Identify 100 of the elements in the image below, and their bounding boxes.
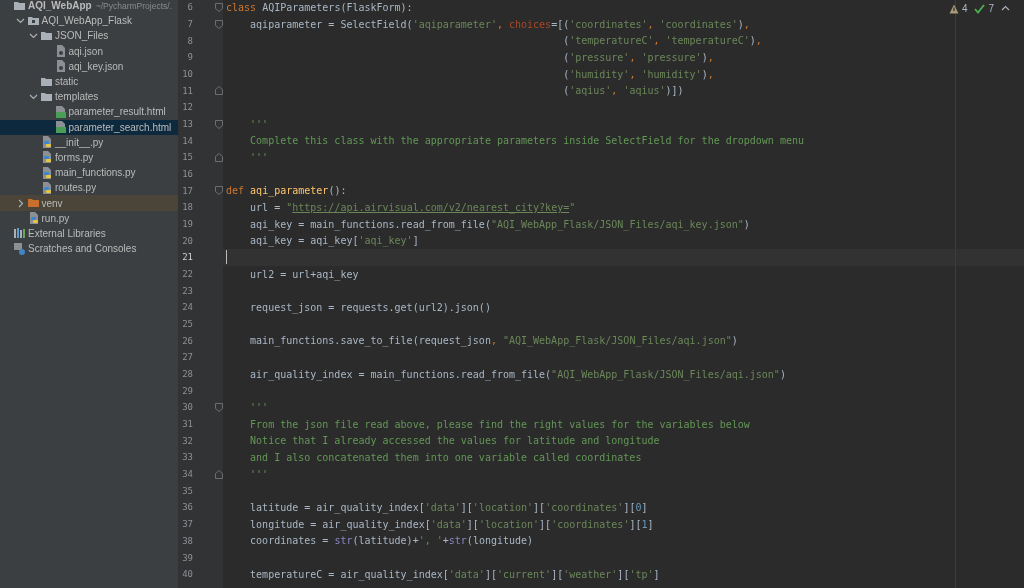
line-number: 34 (181, 469, 193, 480)
fold-icon (215, 152, 223, 162)
fold-icon (215, 402, 223, 412)
warning-icon (948, 3, 959, 14)
tree-item[interactable]: JSON_Files (0, 28, 178, 44)
code-line: ('temperatureC', 'temperatureC'), (562, 35, 762, 47)
line-number: 21 (181, 252, 193, 263)
tree-item[interactable]: routes.py (0, 180, 178, 196)
line-number: 22 (181, 269, 193, 280)
code-line: aqi_key = aqi_key['aqi_key'] (249, 235, 419, 247)
chevron-up-icon[interactable] (1001, 4, 1010, 13)
tree-item[interactable]: venv (0, 195, 178, 211)
line-number: 20 (181, 235, 193, 246)
tree-item[interactable]: AQI_WebApp_Flask (0, 13, 178, 29)
weak-warning-count: 7 (988, 3, 994, 14)
code-line: From the json file read above, please find the right values for the variables below (249, 418, 750, 430)
chevron-down-icon (29, 92, 38, 102)
html-file-icon (54, 121, 67, 134)
fold-icon (215, 186, 223, 196)
line-number: 35 (181, 485, 193, 496)
line-number: 40 (181, 569, 193, 580)
warning-count: 4 (961, 3, 968, 14)
tree-item[interactable]: parameter_result.html (0, 104, 178, 120)
console-icon (14, 242, 26, 255)
tree-item[interactable]: aqi.json (0, 43, 178, 59)
python-file-icon (27, 212, 40, 225)
code-line: ('aqius', 'aqius')]) (562, 85, 684, 97)
code-line: ('humidity', 'humidity'), (562, 68, 714, 80)
fold-icon (215, 119, 223, 129)
line-number: 39 (181, 552, 193, 563)
folder-icon (27, 197, 40, 210)
code-line: request_json = requests.get(url2).json() (249, 301, 491, 313)
tree-item[interactable]: AQI_WebApp ~/PycharmProjects/. (0, 0, 178, 14)
tree-item[interactable]: __init__.py (0, 134, 178, 150)
line-number: 36 (181, 502, 193, 513)
line-number: 19 (181, 219, 193, 230)
tree-item[interactable]: Scratches and Consoles (0, 241, 178, 257)
code-line: url = "https://api.airvisual.com/v2/nearest_city?key=" (249, 201, 576, 213)
line-number: 28 (181, 369, 193, 380)
line-number: 27 (181, 352, 193, 363)
line-number: 8 (186, 35, 193, 46)
tree-item[interactable]: forms.py (0, 149, 178, 166)
line-number: 37 (181, 519, 193, 530)
line-number: 29 (181, 385, 193, 396)
line-number: 7 (186, 19, 193, 29)
line-number: 16 (181, 169, 193, 180)
tree-item[interactable]: templates (0, 89, 178, 105)
tree-item[interactable]: aqi_key.json (0, 58, 178, 74)
tree-item[interactable]: static (0, 73, 178, 90)
code-line: Notice that I already accessed the values for latitude and longitude (249, 435, 660, 447)
code-line: ''' (249, 118, 269, 130)
check-icon (974, 3, 986, 14)
line-number: 26 (181, 335, 193, 346)
line-number: 24 (181, 302, 193, 313)
html-file-icon (54, 105, 67, 118)
tree-item[interactable]: External Libraries (0, 225, 178, 241)
tree-item[interactable]: main_functions.py (0, 165, 178, 181)
code-line: coordinates = str(latitude)+', '+str(longitude) (249, 535, 534, 547)
code-line: aqi_key = main_functions.read_from_file("AQI_WebApp_Flask/JSON_Files/aqi_key.json") (249, 218, 750, 230)
line-number: 38 (181, 535, 193, 546)
tree-item[interactable]: parameter_search.html (0, 119, 178, 135)
code-line: ''' (249, 468, 269, 480)
line-number: 10 (181, 69, 193, 79)
line-number: 12 (181, 102, 193, 113)
library-icon (14, 227, 26, 240)
line-number: 31 (181, 419, 193, 430)
code-line: def aqi_parameter(): (226, 185, 347, 197)
code-line: longitude = air_quality_index['data']['location']['coordinates'][1] (249, 518, 654, 530)
code-line: temperatureC = air_quality_index['data']['current']['weather']['tp'] (249, 568, 660, 580)
python-file-icon (41, 181, 53, 194)
code-line: air_quality_index = main_functions.read_from_file("AQI_WebApp_Flask/JSON_Files/aqi.json") (249, 368, 786, 380)
tree-item[interactable]: run.py (0, 210, 178, 226)
python-file-icon (41, 166, 53, 179)
line-number: 9 (186, 52, 193, 63)
folder-icon (27, 14, 40, 27)
line-number: 13 (181, 119, 193, 130)
code-line: class AQIParameters(FlaskForm): (226, 1, 413, 13)
code-line: ''' (249, 401, 269, 413)
line-number: 6 (186, 2, 193, 13)
code-line: Complete this class with the appropriate parameters inside SelectField for the dropdown menu (249, 135, 804, 147)
text-cursor (226, 250, 227, 265)
file-icon (54, 60, 67, 73)
file-icon (54, 45, 67, 58)
code-line: aqiparameter = SelectField('aqiparameter', choices=[('coordinates', 'coordinates'), (249, 18, 750, 30)
python-file-icon (41, 136, 53, 149)
folder-icon (41, 90, 53, 103)
code-line: and I also concatenated them into one variable called coordinates (249, 451, 642, 463)
line-number: 11 (181, 85, 193, 96)
line-number: 25 (181, 319, 193, 330)
line-number: 14 (181, 135, 193, 146)
fold-icon (215, 469, 223, 479)
code-line: ''' (249, 151, 269, 163)
folder-icon (14, 0, 26, 12)
line-number: 18 (181, 202, 193, 213)
line-number: 32 (181, 435, 193, 446)
python-file-icon (41, 151, 53, 164)
code-line: main_functions.save_to_file(request_json, "AQI_WebApp_Flask/JSON_Files/aqi.json") (249, 335, 738, 347)
line-number: 15 (181, 152, 193, 163)
folder-icon (41, 29, 53, 42)
code-line: url2 = url+aqi_key (249, 268, 359, 280)
